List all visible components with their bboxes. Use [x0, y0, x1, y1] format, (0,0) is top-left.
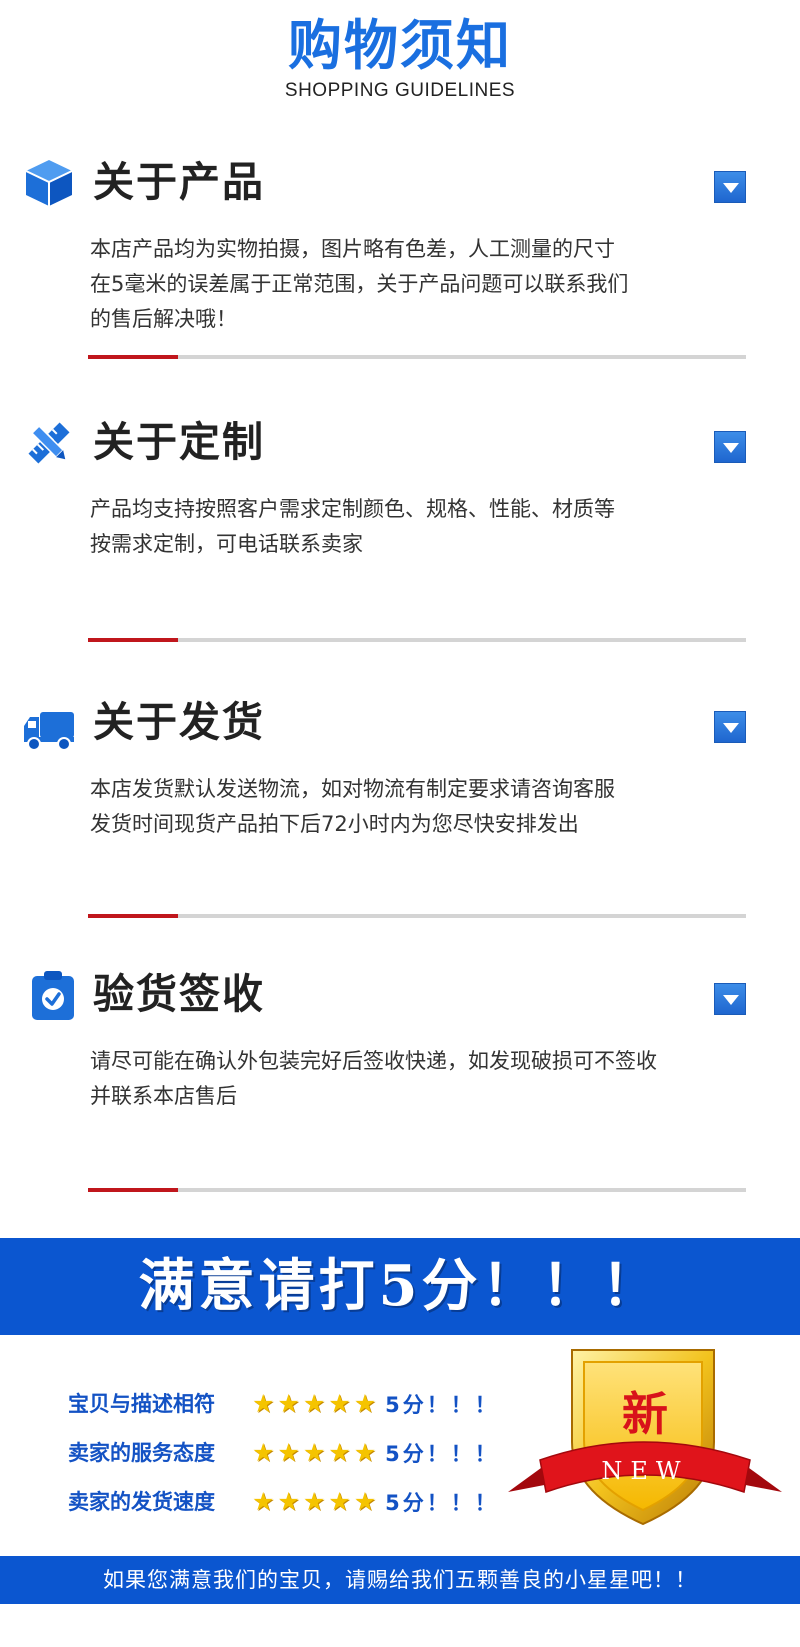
badge-text: NEW — [601, 1457, 688, 1485]
rating-score: 5分！！！ — [385, 1491, 499, 1515]
page-title: 购物须知 — [288, 14, 512, 77]
section-body: 产品均支持按照客户需求定制颜色、规格、性能、材质等 按需求定制，可电话联系卖家 — [90, 497, 615, 556]
rating-label: 卖家的发货速度 — [68, 1490, 215, 1514]
star-icon: ★ — [353, 1487, 377, 1516]
section-product: 关于产品 本店产品均为实物拍摄，图片略有色差，人工测量的尺寸 在5毫米的误差属于… — [0, 156, 800, 366]
chevron-down-icon[interactable] — [714, 431, 746, 463]
section-divider — [88, 355, 746, 359]
section-divider — [88, 638, 746, 642]
page-header: 购物须知 SHOPPING GUIDELINES — [0, 14, 800, 102]
ruler-pencil-icon — [28, 422, 70, 464]
rating-label: 宝贝与描述相符 — [68, 1392, 215, 1416]
star-icon: ★ — [328, 1487, 351, 1516]
section-custom: 关于定制 产品均支持按照客户需求定制颜色、规格、性能、材质等 按需求定制，可电话… — [0, 416, 800, 642]
star-icon: ★ — [302, 1487, 326, 1516]
section-divider — [88, 914, 746, 918]
section-title: 关于产品 — [93, 158, 265, 206]
chevron-down-icon[interactable] — [714, 711, 746, 743]
section-body: 请尽可能在确认外包装完好后签收快递，如发现破损可不签收 并联系本店售后 — [90, 1049, 657, 1108]
footer-banner: 如果您满意我们的宝贝，请赐给我们五颗善良的小星星吧！！ — [0, 1556, 800, 1604]
star-icon: ★ — [302, 1389, 326, 1418]
star-rating: ★ ★ ★ ★ ★ — [252, 1488, 379, 1516]
star-icon: ★ — [252, 1487, 275, 1516]
star-icon: ★ — [277, 1487, 300, 1516]
star-icon: ★ — [252, 1438, 275, 1467]
page-subtitle: SHOPPING GUIDELINES — [284, 80, 516, 101]
rating-row: 卖家的服务态度 ★ ★ ★ ★ ★ 5分！！！ — [68, 1436, 499, 1470]
section-body: 本店发货默认发送物流，如对物流有制定要求请咨询客服 发货时间现货产品拍下后72小… — [90, 777, 615, 836]
star-icon: ★ — [302, 1438, 326, 1467]
star-icon: ★ — [328, 1389, 351, 1418]
section-divider — [88, 1188, 746, 1192]
star-icon: ★ — [252, 1389, 275, 1418]
rating-row: 宝贝与描述相符 ★ ★ ★ ★ ★ 5分！！！ — [68, 1387, 499, 1421]
rating-row: 卖家的发货速度 ★ ★ ★ ★ ★ 5分！！！ — [68, 1485, 499, 1519]
truck-icon — [24, 712, 74, 751]
rating-score: 5分！！！ — [385, 1393, 499, 1417]
badge-char: 新 — [622, 1387, 668, 1441]
clipboard-check-icon — [32, 971, 74, 1020]
rating-banner: 满意请打5分！！！ — [0, 1238, 800, 1335]
rating-score: 5分！！！ — [385, 1442, 499, 1466]
star-icon: ★ — [353, 1438, 377, 1467]
section-title: 关于发货 — [93, 698, 265, 746]
cube-icon — [25, 160, 73, 206]
section-inspection: 验货签收 请尽可能在确认外包装完好后签收快递，如发现破损可不签收 并联系本店售后 — [0, 968, 800, 1192]
chevron-down-icon[interactable] — [714, 171, 746, 203]
rating-label: 卖家的服务态度 — [68, 1441, 215, 1465]
star-icon: ★ — [353, 1389, 377, 1418]
star-icon: ★ — [277, 1389, 300, 1418]
star-icon: ★ — [277, 1438, 300, 1467]
new-shield-badge: 新 NEW — [508, 1349, 782, 1526]
section-shipping: 关于发货 本店发货默认发送物流，如对物流有制定要求请咨询客服 发货时间现货产品拍… — [0, 696, 800, 918]
section-title: 关于定制 — [93, 418, 265, 466]
star-rating: ★ ★ ★ ★ ★ — [252, 1390, 379, 1418]
star-icon: ★ — [328, 1438, 351, 1467]
section-body: 本店产品均为实物拍摄，图片略有色差，人工测量的尺寸 在5毫米的误差属于正常范围，… — [90, 237, 629, 331]
section-title: 验货签收 — [93, 970, 265, 1018]
chevron-down-icon[interactable] — [714, 983, 746, 1015]
star-rating: ★ ★ ★ ★ ★ — [252, 1439, 379, 1467]
